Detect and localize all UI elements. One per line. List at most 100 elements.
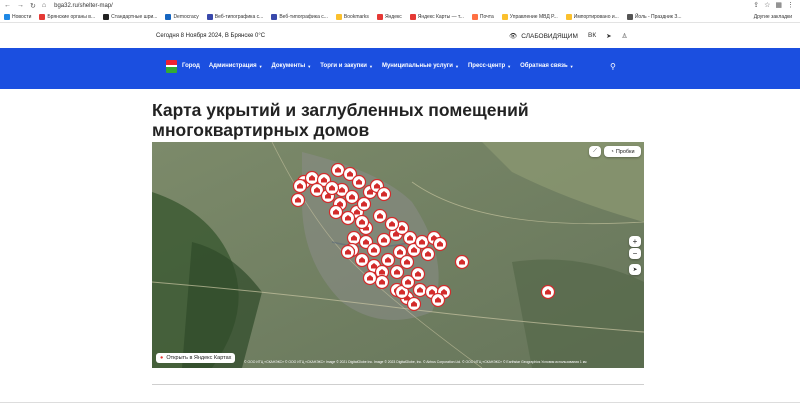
shelter-marker-icon[interactable] xyxy=(354,252,370,268)
bookmark-item[interactable]: Веб-типографика с... xyxy=(267,13,332,20)
shelter-marker-icon[interactable] xyxy=(292,178,308,194)
reload-icon[interactable]: ↻ xyxy=(30,2,36,10)
bookmark-label: Почта xyxy=(479,13,494,20)
shelter-marker-icon[interactable] xyxy=(376,186,392,202)
url-text[interactable]: bga32.ru/shelter-map/ xyxy=(54,3,113,9)
geolocation-button[interactable]: ➤ xyxy=(629,264,641,275)
bookmark-favicon-icon xyxy=(565,13,572,20)
bookmark-item[interactable]: Democracy xyxy=(161,13,202,20)
page-title-line1: Карта укрытий и заглубленных помещений xyxy=(152,100,529,120)
menu-item[interactable]: Город xyxy=(182,63,200,69)
menu-item[interactable]: Документы ▼ xyxy=(272,63,312,69)
other-bookmarks[interactable]: Другие закладки xyxy=(750,14,796,20)
menu-item[interactable]: Муниципальные услуги ▼ xyxy=(382,63,459,69)
shelter-marker-icon[interactable] xyxy=(376,232,392,248)
shelter-marker-icon[interactable] xyxy=(290,192,306,208)
search-icon[interactable]: ⚲ xyxy=(610,62,616,71)
bookmark-item[interactable]: Брянские органы в... xyxy=(35,13,99,20)
shelter-marker-icon[interactable] xyxy=(384,216,400,232)
shelter-marker-icon[interactable] xyxy=(389,264,405,280)
shelter-marker-icon[interactable] xyxy=(399,254,415,270)
bookmark-favicon-icon xyxy=(206,13,213,20)
shelter-marker-icon[interactable] xyxy=(432,236,448,252)
page-title-line2: многоквартирных домов xyxy=(152,120,370,140)
shelter-marker-icon[interactable] xyxy=(420,246,436,262)
eye-icon: 👁 xyxy=(509,33,518,40)
bookmark-item[interactable]: Новости xyxy=(0,13,35,20)
coat-of-arms-logo[interactable] xyxy=(166,60,177,73)
bookmark-item[interactable]: Яндекс xyxy=(373,13,406,20)
bookmark-item[interactable]: Яндекс Карты — т... xyxy=(406,13,468,20)
shelter-marker-icon[interactable] xyxy=(430,292,446,308)
shelter-marker-icon[interactable] xyxy=(540,284,556,300)
shelter-map[interactable]: ⟋ ◔ Пробки + − ➤ ● Открыть в Яндекс Карт… xyxy=(152,142,644,368)
share-icon[interactable]: ⇪ xyxy=(753,1,759,9)
shelter-marker-icon[interactable] xyxy=(330,162,346,178)
menu-item-label: Документы xyxy=(271,63,306,69)
bookmark-item[interactable]: Управление МВД Р... xyxy=(498,13,562,20)
shelter-marker-icon[interactable] xyxy=(362,270,378,286)
shelter-marker-icon[interactable] xyxy=(374,274,390,290)
shelter-marker-icon[interactable] xyxy=(346,230,362,246)
bookmark-label: Новости xyxy=(12,13,32,20)
bookmark-favicon-icon xyxy=(409,13,416,20)
home-icon[interactable]: ⌂ xyxy=(42,2,46,10)
open-in-yandex-link[interactable]: ● Открыть в Яндекс Картах xyxy=(156,353,236,363)
chevron-down-icon: ▼ xyxy=(258,63,263,69)
zoom-out-button[interactable]: − xyxy=(629,248,641,259)
bookmark-label: Яндекс Карты — т... xyxy=(417,13,464,20)
shelter-marker-icon[interactable] xyxy=(412,282,428,298)
shelter-marker-icon[interactable] xyxy=(372,208,388,224)
menu-item[interactable]: Торги и закупки ▼ xyxy=(320,63,373,69)
extension-icons: ⇪ ☆ ▦ ⋮ xyxy=(753,1,794,9)
shelter-marker-icon[interactable] xyxy=(414,234,430,250)
ruler-button[interactable]: ⟋ xyxy=(589,146,601,157)
star-icon[interactable]: ☆ xyxy=(764,1,770,9)
bookmark-item[interactable]: Почта xyxy=(468,13,498,20)
shelter-marker-icon[interactable] xyxy=(406,296,422,312)
telegram-icon[interactable]: ➤ xyxy=(606,32,611,40)
odnoklassniki-icon[interactable]: ♙ xyxy=(622,32,628,40)
bookmark-item[interactable]: Йоль - Праздник З... xyxy=(623,13,686,20)
shelter-marker-icon[interactable] xyxy=(304,170,320,186)
minus-icon: − xyxy=(632,249,638,258)
menu-item[interactable]: Обратная связь ▼ xyxy=(520,63,574,69)
shelter-marker-icon[interactable] xyxy=(380,252,396,268)
shelter-marker-icon[interactable] xyxy=(344,189,360,205)
shelter-marker-icon[interactable] xyxy=(454,254,470,270)
bookmark-favicon-icon xyxy=(271,13,278,20)
menu-list: Город Администрация ▼ Документы ▼ Торги и зак… xyxy=(182,63,583,69)
bookmark-favicon-icon xyxy=(103,13,110,20)
menu-item[interactable]: Пресс-центр ▼ xyxy=(468,63,511,69)
chevron-down-icon: ▼ xyxy=(569,63,574,69)
bookmark-item[interactable]: Стандартные шри... xyxy=(99,13,161,20)
bookmark-label: Управление МВД Р... xyxy=(509,13,558,20)
open-in-yandex-label: Открыть в Яндекс Картах xyxy=(166,355,232,361)
menu-icon[interactable]: ⋮ xyxy=(787,1,794,9)
bookmark-item[interactable]: Веб-типографика с... xyxy=(203,13,268,20)
shelter-marker-icon[interactable] xyxy=(328,204,344,220)
bookmark-item[interactable]: Импортировано и... xyxy=(562,13,623,20)
accessibility-link[interactable]: 👁 СЛАБОВИДЯЩИМ xyxy=(509,32,578,41)
back-icon[interactable]: ← xyxy=(4,2,11,10)
vk-icon[interactable]: ВК xyxy=(588,32,596,40)
bookmark-label: Веб-типографика с... xyxy=(279,13,328,20)
forward-icon[interactable]: → xyxy=(17,2,24,10)
shelter-marker-icon[interactable] xyxy=(354,214,370,230)
extension-icon[interactable]: ▦ xyxy=(775,1,782,9)
shelter-marker-icon[interactable] xyxy=(400,274,416,290)
chevron-down-icon: ▼ xyxy=(369,63,373,69)
shelter-marker-icon[interactable] xyxy=(366,242,382,258)
address-bar[interactable]: bga32.ru/shelter-map/ xyxy=(54,3,113,9)
shelter-marker-icon[interactable] xyxy=(351,174,367,190)
shelter-marker-icon[interactable] xyxy=(324,180,340,196)
shelter-marker-icon[interactable] xyxy=(340,244,356,260)
zoom-in-button[interactable]: + xyxy=(629,236,641,247)
menu-item[interactable]: Администрация ▼ xyxy=(209,63,263,69)
bookmark-label: Импортировано и... xyxy=(573,13,619,20)
shelter-marker-icon[interactable] xyxy=(356,196,372,212)
shelter-marker-icon[interactable] xyxy=(340,210,356,226)
bookmark-item[interactable]: Bookmarks xyxy=(332,13,373,20)
traffic-button[interactable]: ◔ Пробки xyxy=(604,146,641,157)
shelter-marker-icon[interactable] xyxy=(402,230,418,246)
